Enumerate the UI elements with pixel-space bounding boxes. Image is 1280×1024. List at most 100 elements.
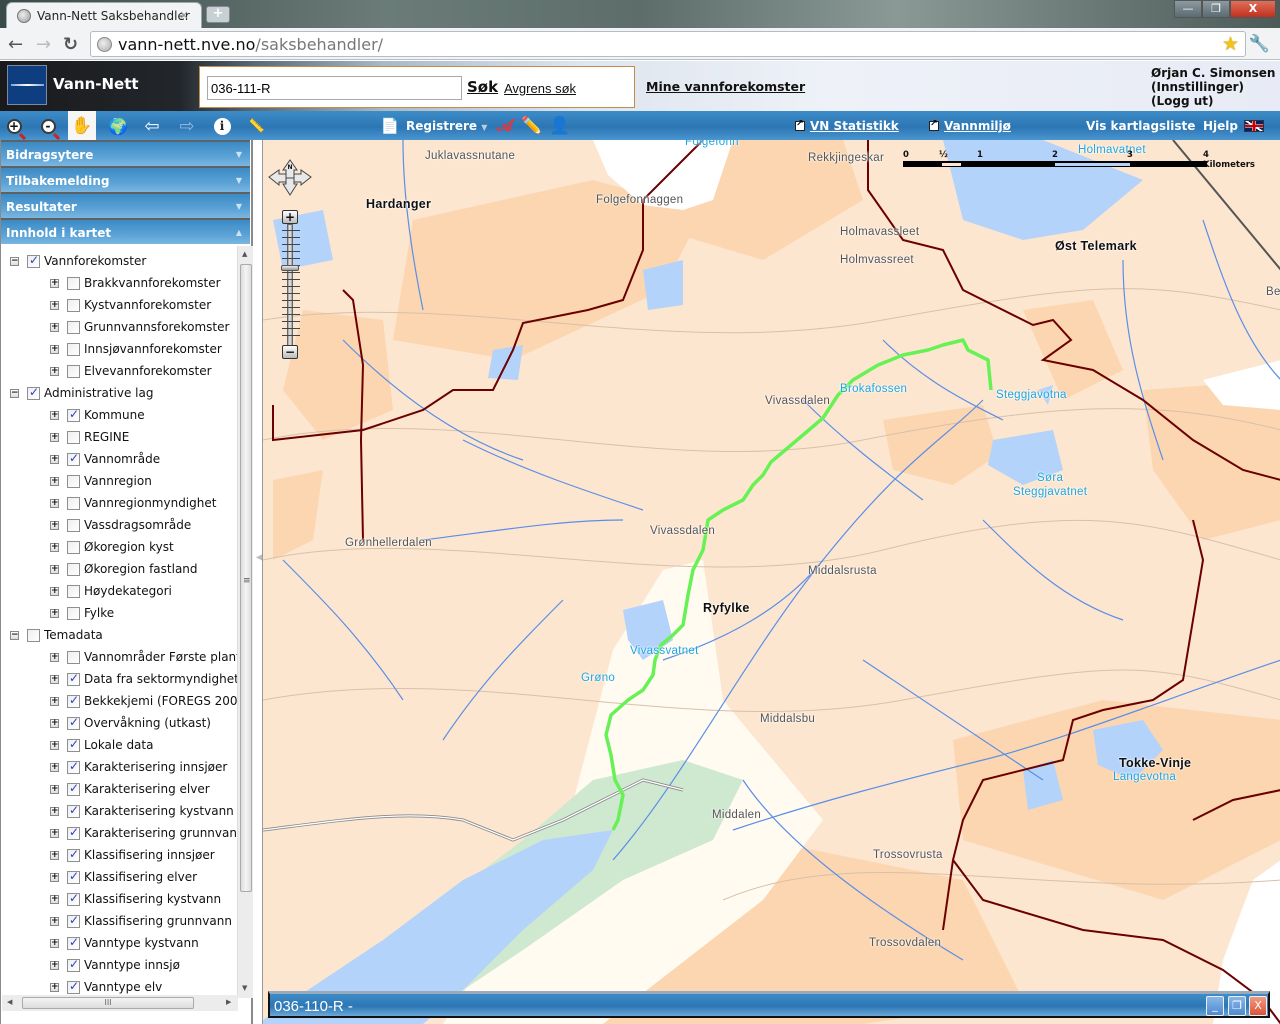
layer-checkbox[interactable] — [67, 584, 80, 598]
expand-icon[interactable]: + — [50, 740, 59, 750]
layer-tree-vertical-scrollbar[interactable]: ▲ ≡ ▼ — [237, 246, 253, 998]
help-link[interactable]: Hjelp — [1203, 119, 1238, 133]
map-canvas[interactable]: Juklavassnutane Hardanger Folgefonn Folg… — [262, 140, 1280, 1024]
layer-label[interactable]: Elvevannforekomster — [84, 364, 212, 378]
layer-checkbox[interactable] — [67, 715, 80, 730]
accordion-header-innhold-i-kartet[interactable]: Innhold i kartet ▲ — [1, 218, 250, 244]
expand-icon[interactable]: + — [50, 366, 59, 376]
expand-icon[interactable]: + — [50, 938, 59, 948]
layer-checkbox[interactable] — [67, 847, 80, 862]
layer-label[interactable]: Vannforekomster — [44, 254, 146, 268]
layer-checkbox[interactable] — [27, 385, 40, 400]
chevron-down-icon[interactable]: ▼ — [236, 194, 242, 220]
reload-icon[interactable]: ↻ — [63, 34, 78, 55]
tab-close-icon[interactable]: × — [179, 8, 189, 22]
layer-label[interactable]: Bekkekjemi (FOREGS 2008) — [84, 694, 237, 708]
layer-label[interactable]: Klassifisering elver — [84, 870, 197, 884]
layer-label[interactable]: Vassdragsområde — [84, 518, 191, 532]
layer-label[interactable]: Temadata — [44, 628, 103, 642]
layer-checkbox[interactable] — [67, 693, 80, 708]
layer-checkbox[interactable] — [67, 825, 80, 840]
layer-checkbox[interactable] — [67, 759, 80, 774]
layer-checkbox[interactable] — [67, 891, 80, 906]
accordion-header-resultater[interactable]: Resultater ▼ — [1, 192, 250, 218]
browser-tab[interactable]: Vann-Nett Saksbehandler × — [6, 2, 202, 28]
identify-tool[interactable]: i — [210, 114, 234, 138]
new-tab-button[interactable]: + — [206, 6, 230, 23]
layer-label[interactable]: Vannregionmyndighet — [84, 496, 216, 510]
expand-icon[interactable]: + — [50, 586, 59, 596]
layer-checkbox[interactable] — [67, 276, 80, 290]
panel-minimize-button[interactable]: _ — [1206, 996, 1224, 1016]
expand-icon[interactable]: + — [50, 894, 59, 904]
expand-icon[interactable]: + — [50, 696, 59, 706]
expand-icon[interactable]: + — [50, 454, 59, 464]
layer-label[interactable]: Vannregion — [84, 474, 152, 488]
vn-statistics-link[interactable]: VN Statistikk — [795, 119, 899, 133]
layer-checkbox[interactable] — [67, 671, 80, 686]
layer-label[interactable]: Klassifisering grunnvann — [84, 914, 232, 928]
layer-label[interactable]: Høydekategori — [84, 584, 172, 598]
register-menu[interactable]: Registrere ▼ — [406, 119, 487, 133]
layer-label[interactable]: Grunnvannsforekomster — [84, 320, 229, 334]
window-close-button[interactable]: X — [1230, 0, 1276, 18]
zoom-in-tool[interactable]: + — [2, 114, 26, 138]
expand-icon[interactable]: + — [50, 850, 59, 860]
layer-checkbox[interactable] — [67, 957, 80, 972]
layer-checkbox[interactable] — [67, 803, 80, 818]
collapse-icon[interactable]: − — [10, 388, 19, 398]
layer-label[interactable]: Vanntype kystvann — [84, 936, 199, 950]
layer-checkbox[interactable] — [67, 913, 80, 928]
expand-icon[interactable]: + — [50, 718, 59, 728]
scroll-down-icon[interactable]: ▼ — [242, 984, 247, 992]
accordion-header-bidragsytere[interactable]: Bidragsytere ▼ — [1, 140, 250, 166]
layer-label[interactable]: Økoregion fastland — [84, 562, 198, 576]
layer-checkbox[interactable] — [67, 451, 80, 466]
next-extent-tool[interactable]: ⇨ — [175, 114, 199, 138]
expand-icon[interactable]: + — [50, 982, 59, 992]
layer-tree-horizontal-scrollbar[interactable]: ◀ III ▶ — [2, 995, 238, 1011]
layer-label[interactable]: Fylke — [84, 606, 114, 620]
expand-icon[interactable]: + — [50, 476, 59, 486]
search-button[interactable]: Søk — [467, 78, 498, 96]
expand-icon[interactable]: + — [50, 278, 59, 288]
forward-icon[interactable]: → — [36, 34, 51, 55]
layer-label[interactable]: Karakterisering innsjøer — [84, 760, 227, 774]
address-bar[interactable]: vann-nett.nve.no /saksbehandler/ ★ — [90, 31, 1246, 57]
bookmark-star-icon[interactable]: ★ — [1222, 33, 1239, 55]
expand-icon[interactable]: + — [50, 960, 59, 970]
previous-extent-tool[interactable]: ⇦ — [140, 114, 164, 138]
vannmiljo-link[interactable]: Vannmiljø — [929, 119, 1011, 133]
window-minimize-button[interactable]: — — [1174, 0, 1202, 18]
layer-checkbox[interactable] — [67, 650, 80, 664]
chevron-up-icon[interactable]: ▲ — [236, 220, 242, 246]
collapse-icon[interactable]: − — [10, 256, 19, 266]
layer-label[interactable]: Karakterisering grunnvann — [84, 826, 237, 840]
layer-checkbox[interactable] — [67, 430, 80, 444]
expand-icon[interactable]: + — [50, 916, 59, 926]
window-maximize-button[interactable]: ❐ — [1202, 0, 1230, 18]
scroll-left-icon[interactable]: ◀ — [7, 998, 12, 1006]
expand-icon[interactable]: + — [50, 828, 59, 838]
layer-label[interactable]: Klassifisering kystvann — [84, 892, 221, 906]
layer-label[interactable]: REGINE — [84, 430, 129, 444]
layer-label[interactable]: Data fra sektormyndigheter — [84, 672, 237, 686]
layer-label[interactable]: Lokale data — [84, 738, 153, 752]
expand-icon[interactable]: + — [50, 806, 59, 816]
layer-checkbox[interactable] — [67, 540, 80, 554]
logout-link[interactable]: (Logg ut) — [1151, 94, 1275, 108]
layer-checkbox[interactable] — [67, 407, 80, 422]
refine-search-link[interactable]: Avgrens søk — [504, 81, 576, 96]
zoom-slider-handle[interactable] — [281, 265, 299, 271]
back-icon[interactable]: ← — [8, 34, 23, 55]
expand-icon[interactable]: + — [50, 322, 59, 332]
layer-label[interactable]: Vannområde — [84, 452, 160, 466]
layer-checkbox[interactable] — [67, 781, 80, 796]
layer-label[interactable]: Klassifisering innsjøer — [84, 848, 215, 862]
layer-label[interactable]: Innsjøvannforekomster — [84, 342, 222, 356]
layer-label[interactable]: Vanntype elv — [84, 980, 162, 994]
scroll-up-icon[interactable]: ▲ — [242, 250, 247, 258]
expand-icon[interactable]: + — [50, 652, 59, 662]
draw-tool[interactable]: ✏️ — [520, 114, 544, 138]
layer-label[interactable]: Vannområder Første planfase — [84, 650, 237, 664]
